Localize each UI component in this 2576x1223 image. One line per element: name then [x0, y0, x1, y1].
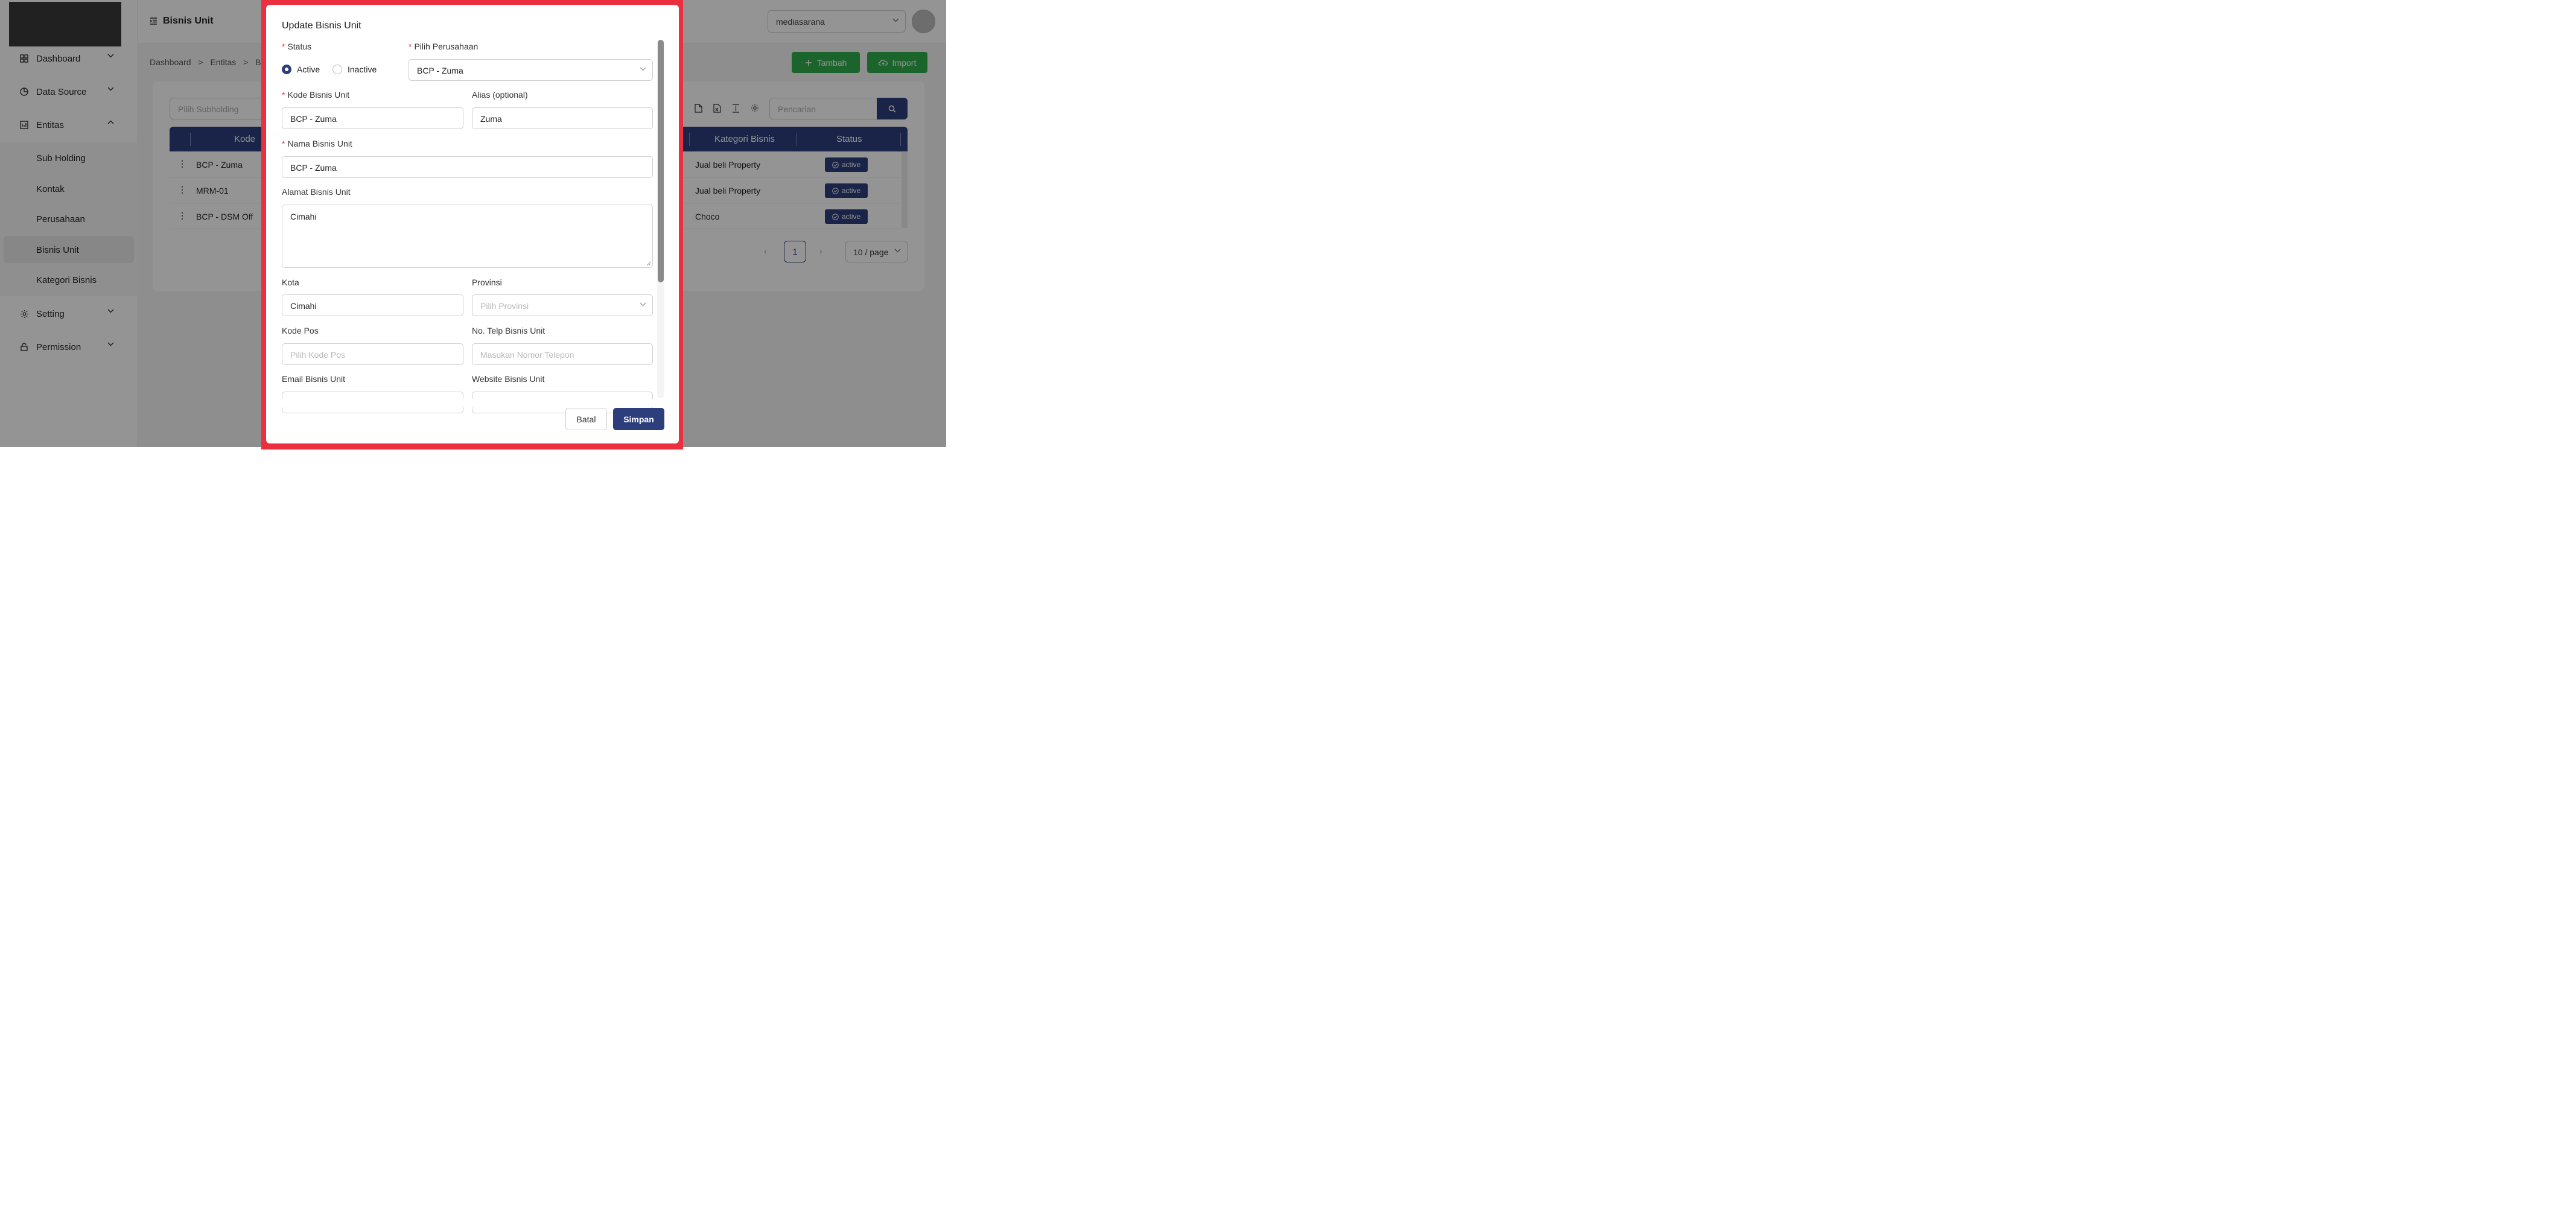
- code-label: * Kode Bisnis Unit: [282, 90, 350, 100]
- phone-label: No. Telp Bisnis Unit: [472, 326, 545, 335]
- save-button[interactable]: Simpan: [613, 408, 664, 430]
- name-input[interactable]: BCP - Zuma: [282, 156, 653, 178]
- status-radio-inactive[interactable]: Inactive: [332, 65, 377, 74]
- status-label: * Status: [282, 42, 312, 51]
- province-placeholder: Pilih Provinsi: [480, 301, 529, 311]
- chevron-down-icon: [640, 302, 646, 307]
- alias-input[interactable]: Zuma: [472, 107, 653, 129]
- radio-checked-icon: [282, 65, 291, 74]
- radio-unchecked-icon: [332, 65, 342, 74]
- city-label: Kota: [282, 278, 299, 287]
- email-label: Email Bisnis Unit: [282, 374, 346, 384]
- status-radio-active[interactable]: Active: [282, 65, 320, 74]
- city-input[interactable]: Cimahi: [282, 294, 463, 316]
- modal-scrollbar-thumb[interactable]: [658, 40, 664, 282]
- chevron-down-icon: [640, 67, 646, 71]
- website-label: Website Bisnis Unit: [472, 374, 545, 384]
- postal-input[interactable]: Pilih Kode Pos: [282, 343, 463, 365]
- address-label: Alamat Bisnis Unit: [282, 187, 351, 197]
- name-label: * Nama Bisnis Unit: [282, 139, 352, 148]
- postal-label: Kode Pos: [282, 326, 319, 335]
- code-input[interactable]: BCP - Zuma: [282, 107, 463, 129]
- company-label: * Pilih Perusahaan: [409, 42, 479, 51]
- company-select[interactable]: BCP - Zuma: [409, 59, 653, 81]
- alias-label: Alias (optional): [472, 90, 528, 100]
- cancel-button[interactable]: Batal: [565, 408, 607, 430]
- province-label: Provinsi: [472, 278, 502, 287]
- province-select[interactable]: Pilih Provinsi: [472, 294, 653, 316]
- company-select-value: BCP - Zuma: [417, 66, 463, 75]
- phone-input[interactable]: Masukan Nomor Telepon: [472, 343, 653, 365]
- radio-label: Inactive: [348, 65, 377, 74]
- address-value: Cimahi: [290, 212, 317, 221]
- radio-label: Active: [297, 65, 320, 74]
- address-textarea[interactable]: Cimahi: [282, 205, 653, 268]
- resize-handle-icon[interactable]: [646, 261, 651, 266]
- modal-body-clip: [266, 399, 658, 407]
- modal-title: Update Bisnis Unit: [282, 21, 361, 31]
